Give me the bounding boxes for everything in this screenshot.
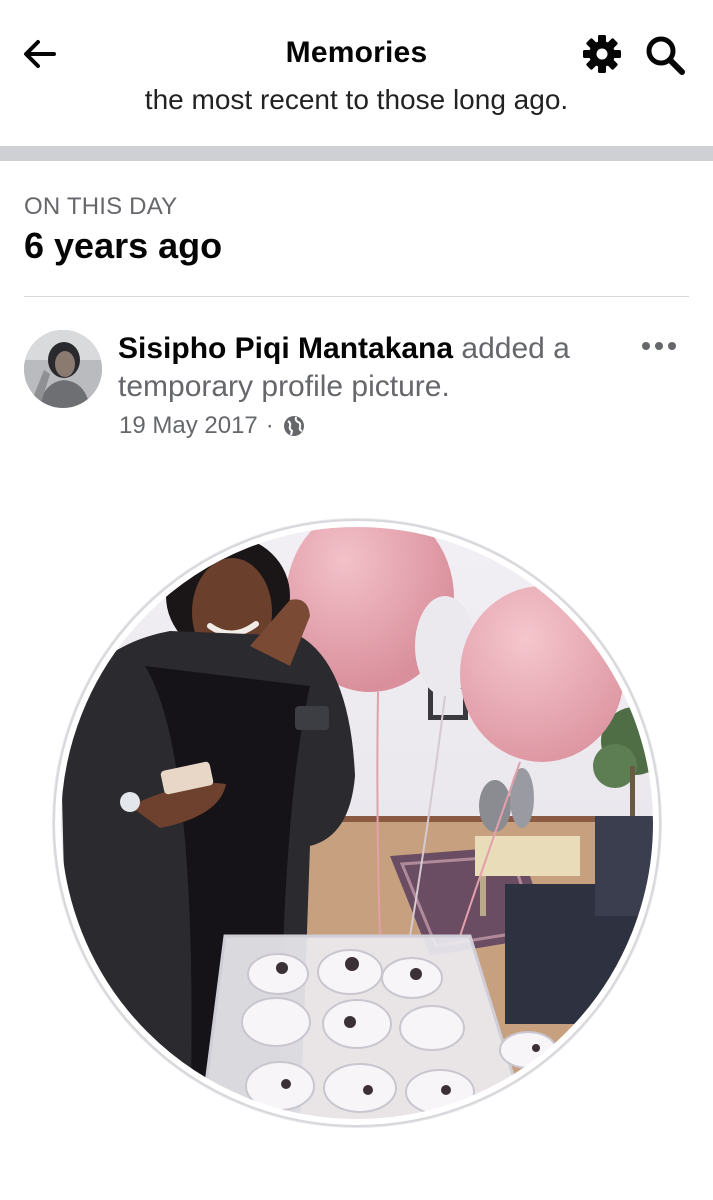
meta-separator: ·	[265, 412, 274, 439]
section-separator	[0, 146, 713, 161]
globe-icon	[283, 416, 304, 436]
avatar[interactable]	[24, 330, 102, 408]
settings-button[interactable]	[581, 33, 623, 75]
post-headline: Sisipho Piqi Mantakana added a temporary…	[118, 330, 618, 406]
section-label: ON THIS DAY	[24, 193, 178, 220]
more-horizontal-icon	[642, 342, 676, 350]
more-options-button[interactable]	[640, 332, 680, 360]
divider	[24, 296, 689, 297]
post-date[interactable]: 19 May 2017	[119, 412, 258, 440]
gear-icon	[583, 35, 621, 73]
section-heading: 6 years ago	[24, 225, 223, 266]
author-name-link[interactable]: Sisipho Piqi Mantakana	[118, 332, 453, 365]
search-button[interactable]	[643, 33, 687, 77]
top-app-bar: Memories the most recent to those long a…	[0, 0, 713, 120]
search-icon	[646, 36, 685, 75]
profile-photo[interactable]	[50, 516, 664, 1130]
memories-description: the most recent to those long ago.	[144, 84, 569, 115]
post-meta: 19 May 2017 ·	[119, 412, 306, 440]
profile-photo-image	[52, 518, 662, 1128]
avatar-image	[24, 330, 102, 408]
